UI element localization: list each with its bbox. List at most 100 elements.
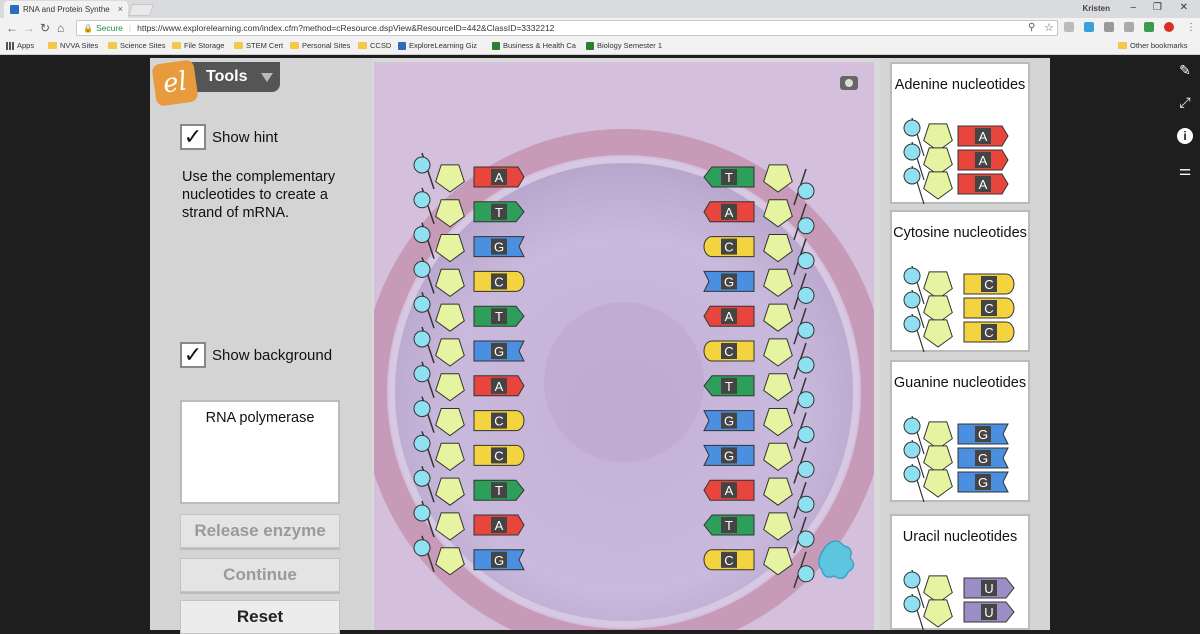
release-enzyme-button[interactable]: Release enzyme xyxy=(180,514,340,548)
phosphate-circle xyxy=(903,441,921,459)
uracil-nucleotides-card[interactable]: UU Uracil nucleotides xyxy=(890,514,1030,632)
phosphate-circle xyxy=(797,460,815,478)
classroom-icon xyxy=(586,41,594,50)
show-hint-label: Show hint xyxy=(212,128,278,146)
base-letter: C xyxy=(494,448,503,463)
bookmark-apps[interactable]: Apps xyxy=(6,41,34,50)
bookmark-stem-cert[interactable]: STEM Cert xyxy=(234,41,283,50)
base-letter: G xyxy=(724,414,734,429)
base-letter: A xyxy=(979,177,988,192)
base-letter: G xyxy=(978,427,988,442)
guanine-nucleotides-card[interactable]: GGG Guanine nucleotides xyxy=(890,360,1030,503)
cytosine-nucleotides-card[interactable]: CCC Cytosine nucleotides xyxy=(890,210,1030,353)
phosphate-circle xyxy=(413,469,431,487)
phosphate-circle xyxy=(903,315,921,333)
cytosine-label: Cytosine nucleotides xyxy=(893,225,1027,241)
pin-icon[interactable]: ✎ xyxy=(1177,62,1193,78)
phosphate-circle xyxy=(797,530,815,548)
folder-icon xyxy=(108,42,117,49)
phosphate-circle xyxy=(903,571,921,589)
extension-drive-icon[interactable] xyxy=(1104,22,1114,32)
phosphate-circle xyxy=(413,365,431,383)
sugar-pentagon xyxy=(923,421,953,450)
restore-icon[interactable]: ❐ xyxy=(1153,2,1162,13)
show-background-checkbox[interactable]: ✓ xyxy=(180,342,206,368)
continue-button[interactable]: Continue xyxy=(180,558,340,592)
base-letter: C xyxy=(494,274,503,289)
reload-icon[interactable]: ↻ xyxy=(40,21,50,35)
address-bar[interactable]: 🔒 Secure | https://www.explorelearning.c… xyxy=(76,20,1058,36)
menu-dots-icon[interactable]: ⋮ xyxy=(1186,21,1196,35)
browser-toolbar: ← → ↻ ⌂ 🔒 Secure | https://www.explorele… xyxy=(0,18,1200,38)
sugar-pentagon xyxy=(923,123,953,152)
zoom-icon[interactable]: ⚲ xyxy=(1028,21,1035,35)
browser-tab[interactable]: RNA and Protein Synthe × xyxy=(4,1,128,18)
reset-button[interactable]: Reset xyxy=(180,600,340,634)
home-icon[interactable]: ⌂ xyxy=(57,21,64,35)
bookmark-nvva-sites[interactable]: NVVA Sites xyxy=(48,41,98,50)
fullscreen-icon[interactable]: ⤢ xyxy=(1177,94,1193,110)
dropdown-triangle-icon xyxy=(261,72,274,82)
camera-icon[interactable] xyxy=(840,76,858,90)
bookmark-personal-sites[interactable]: Personal Sites xyxy=(290,41,350,50)
extension-red-icon[interactable] xyxy=(1164,22,1174,32)
show-hint-toggle[interactable]: ✓ Show hint xyxy=(180,124,278,150)
info-icon[interactable]: i xyxy=(1177,128,1193,144)
tab-close-icon[interactable]: × xyxy=(118,4,123,14)
base-letter: C xyxy=(494,414,503,429)
phosphate-circle xyxy=(413,400,431,418)
extension-cloud-gray-icon[interactable] xyxy=(1124,22,1134,32)
base-letter: U xyxy=(984,581,993,596)
phosphate-circle xyxy=(413,434,431,452)
forward-arrow-icon[interactable]: → xyxy=(23,21,35,35)
base-letter: G xyxy=(978,451,988,466)
bookmark-explorelearning[interactable]: ExploreLearning Giz xyxy=(398,41,477,50)
bookmark-label: Other bookmarks xyxy=(1130,41,1188,50)
url-text: https://www.explorelearning.com/index.cf… xyxy=(137,23,555,33)
bookmark-science-sites[interactable]: Science Sites xyxy=(108,41,165,50)
show-hint-checkbox[interactable]: ✓ xyxy=(180,124,206,150)
minimize-icon[interactable]: – xyxy=(1130,2,1136,13)
phosphate-circle xyxy=(903,143,921,161)
phosphate-circle xyxy=(413,504,431,522)
base-letter: G xyxy=(978,475,988,490)
base-letter: U xyxy=(984,605,993,620)
base-letter: C xyxy=(984,277,993,292)
close-window-icon[interactable]: ✕ xyxy=(1180,2,1188,13)
bookmark-other[interactable]: Other bookmarks xyxy=(1118,41,1188,50)
phosphate-circle xyxy=(797,426,815,444)
base-letter: T xyxy=(725,379,733,394)
simulation-area[interactable]: A T G C T G A C C T A G T A C G A C T G G A T C xyxy=(374,62,874,630)
back-arrow-icon[interactable]: ← xyxy=(6,21,18,35)
extension-cloud-icon[interactable] xyxy=(1084,22,1094,32)
bookmarks-bar: Apps NVVA Sites Science Sites File Stora… xyxy=(0,38,1200,55)
phosphate-circle xyxy=(413,226,431,244)
phosphate-circle xyxy=(413,539,431,557)
sugar-pentagon xyxy=(923,319,953,348)
base-letter: T xyxy=(495,483,503,498)
base-letter: A xyxy=(495,379,504,394)
enzyme-box[interactable]: RNA polymerase xyxy=(180,400,340,504)
base-letter: G xyxy=(724,448,734,463)
phosphate-circle xyxy=(413,191,431,209)
profile-name[interactable]: Kristen xyxy=(1082,4,1110,13)
settings-sliders-icon[interactable]: ⚌ xyxy=(1177,162,1193,178)
extension-icon[interactable] xyxy=(1064,22,1074,32)
bookmark-ccsd[interactable]: CCSD xyxy=(358,41,391,50)
bookmark-biology-semester[interactable]: Biology Semester 1 xyxy=(586,41,662,50)
bookmark-business-health[interactable]: Business & Health Ca xyxy=(492,41,576,50)
base-letter: A xyxy=(725,205,734,220)
explorelearning-logo: el xyxy=(151,59,199,107)
show-background-toggle[interactable]: ✓ Show background xyxy=(180,342,332,368)
bookmark-label: Business & Health Ca xyxy=(503,41,576,50)
sugar-pentagon xyxy=(923,147,953,176)
bookmark-star-icon[interactable]: ☆ xyxy=(1044,21,1054,35)
lock-icon: 🔒 xyxy=(83,23,93,33)
new-tab-button[interactable] xyxy=(128,4,154,16)
adenine-nucleotides-card[interactable]: AAA Adenine nucleotides xyxy=(890,62,1030,205)
base-letter: C xyxy=(984,301,993,316)
bookmark-file-storage[interactable]: File Storage xyxy=(172,41,224,50)
phosphate-circle xyxy=(413,260,431,278)
bookmark-label: STEM Cert xyxy=(246,41,284,50)
extension-green-icon[interactable] xyxy=(1144,22,1154,32)
